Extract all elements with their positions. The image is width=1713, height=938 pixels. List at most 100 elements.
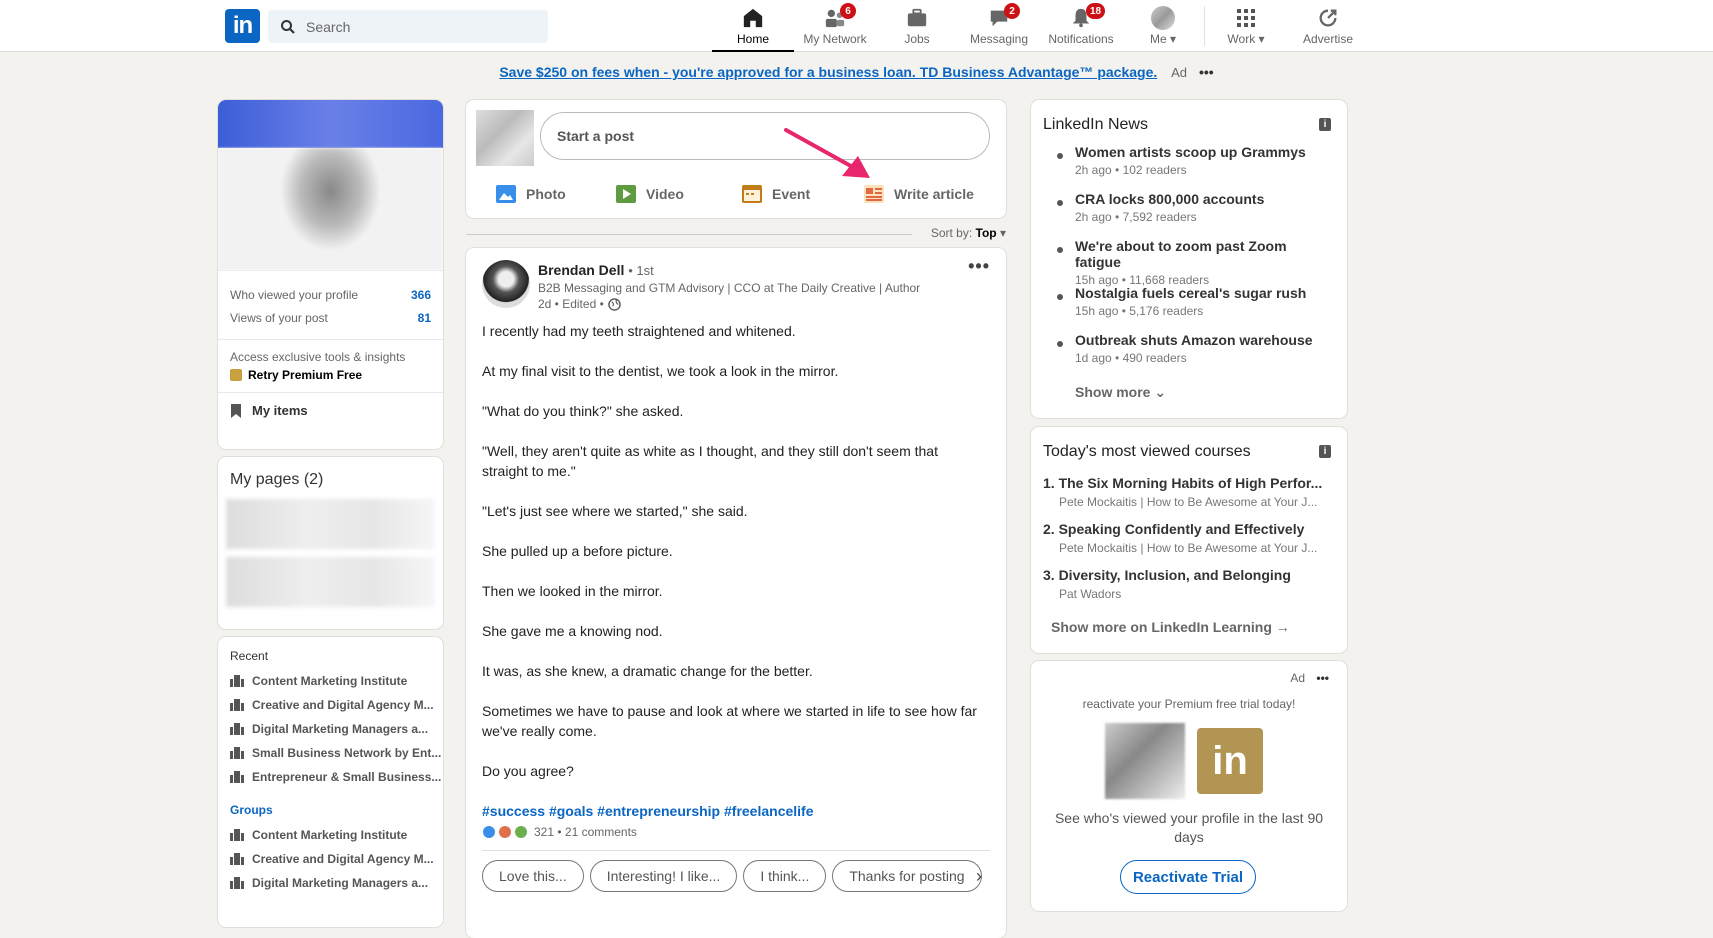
recent-item[interactable]: Content Marketing Institute [218, 669, 443, 693]
list-item-label: Entrepreneur & Small Business... [252, 770, 442, 784]
group-item[interactable]: Content Marketing Institute [218, 823, 443, 847]
more-options-icon[interactable]: ••• [1199, 64, 1214, 80]
avatar[interactable] [476, 110, 534, 166]
quick-reply-button[interactable]: I think... [743, 860, 827, 892]
calendar-icon [742, 185, 762, 203]
news-item[interactable]: Nostalgia fuels cereal's sugar rush 15h a… [1043, 285, 1333, 332]
course-item[interactable]: 2. Speaking Confidently and Effectively P… [1043, 521, 1335, 567]
reaction-count[interactable]: 321 • 21 comments [534, 825, 637, 839]
page-item-blurred[interactable] [226, 499, 435, 549]
video-button[interactable]: Video [596, 178, 726, 210]
info-icon[interactable]: i [1319, 118, 1331, 131]
nav-label: Me ▾ [1150, 32, 1176, 46]
search-box[interactable] [268, 10, 548, 43]
linkedin-logo[interactable]: in [225, 9, 260, 43]
course-title[interactable]: 2. Speaking Confidently and Effectively [1043, 521, 1335, 537]
ad-banner-link[interactable]: Save $250 on fees when [499, 64, 659, 80]
recent-item[interactable]: Digital Marketing Managers a... [218, 717, 443, 741]
group-icon [230, 877, 244, 889]
sort-label: Sort by: [930, 226, 973, 240]
course-title[interactable]: 3. Diversity, Inclusion, and Belonging [1043, 567, 1335, 583]
celebrate-reaction-icon [514, 825, 528, 839]
stat-label: Views of your post [230, 310, 328, 325]
stat-post-views[interactable]: Views of your post 81 [218, 306, 443, 329]
post-paragraph: At my final visit to the dentist, we too… [482, 363, 839, 379]
news-item[interactable]: Women artists scoop up Grammys 2h ago • 1… [1043, 144, 1333, 191]
my-items-link[interactable]: My items [218, 393, 443, 428]
reactions-summary[interactable]: 321 • 21 comments [482, 825, 637, 839]
share-actions: Photo Video Event Write article [466, 178, 1006, 210]
news-meta: 2h ago • 102 readers [1075, 163, 1187, 177]
search-input[interactable] [306, 18, 526, 35]
nav-me[interactable]: Me ▾ [1122, 0, 1204, 52]
post-author[interactable]: Brendan Dell • 1st [538, 262, 654, 278]
ad-label: Ad [1290, 671, 1306, 685]
post-paragraph: It was, as she knew, a dramatic change f… [482, 663, 813, 679]
notification-badge: 6 [840, 3, 856, 19]
groups-list: Content Marketing Institute Creative and … [218, 823, 443, 895]
post-more-options-icon[interactable]: ••• [968, 256, 990, 277]
course-item[interactable]: 3. Diversity, Inclusion, and Belonging Pa… [1043, 567, 1335, 613]
me-avatar-wrap [1151, 6, 1175, 30]
quick-reply-button[interactable]: Thanks for posting [832, 860, 982, 892]
news-headline[interactable]: Women artists scoop up Grammys [1075, 144, 1333, 160]
post-paragraph: "Let's just see where we started," she s… [482, 503, 748, 519]
author-name[interactable]: Brendan Dell [538, 262, 624, 278]
list-item-label: Digital Marketing Managers a... [252, 876, 429, 890]
news-item[interactable]: CRA locks 800,000 accounts 2h ago • 7,592… [1043, 191, 1333, 238]
groups-heading[interactable]: Groups [218, 789, 443, 823]
nav-label: Notifications [1048, 32, 1114, 46]
nav-my-network[interactable]: 6 My Network [794, 0, 876, 52]
stat-value: 366 [410, 287, 431, 302]
retry-premium-link[interactable]: Retry Premium Free [230, 368, 431, 382]
nav-messaging[interactable]: 2 Messaging [958, 0, 1040, 52]
profile-photo-blurred [1105, 723, 1185, 799]
course-author: Pat Wadors [1059, 587, 1122, 601]
photo-button[interactable]: Photo [466, 178, 596, 210]
group-item[interactable]: Creative and Digital Agency M... [218, 847, 443, 871]
start-post-button[interactable]: Start a post [540, 112, 990, 160]
news-item[interactable]: We're about to zoom past Zoom fatigue 15h… [1043, 238, 1333, 287]
work-label: Work [1227, 32, 1256, 46]
avatar[interactable] [482, 260, 530, 308]
quick-reply-button[interactable]: Interesting! I like... [589, 860, 738, 892]
chevron-right-icon[interactable]: › [976, 866, 982, 887]
info-icon[interactable]: i [1319, 445, 1331, 458]
recent-item[interactable]: Creative and Digital Agency M... [218, 693, 443, 717]
sort-by[interactable]: Sort by: Top ▾ [466, 226, 1006, 240]
group-icon [230, 723, 244, 735]
linkedin-learning-link[interactable]: Show more on LinkedIn Learning → [1051, 619, 1290, 635]
reactivate-trial-button[interactable]: Reactivate Trial [1120, 860, 1256, 894]
list-item-label: Content Marketing Institute [252, 674, 408, 688]
group-item[interactable]: Digital Marketing Managers a... [218, 871, 443, 895]
news-headline[interactable]: Outbreak shuts Amazon warehouse [1075, 332, 1333, 348]
recent-item[interactable]: Entrepreneur & Small Business... [218, 765, 443, 789]
nav-notifications[interactable]: 18 Notifications [1040, 0, 1122, 52]
recent-list: Content Marketing Institute Creative and … [218, 669, 443, 789]
nav-work[interactable]: Work ▾ [1205, 0, 1287, 52]
page-item-blurred[interactable] [226, 557, 435, 607]
my-pages-title[interactable]: My pages (2) [218, 457, 443, 499]
nav-home[interactable]: Home [712, 0, 794, 52]
course-item[interactable]: 1. The Six Morning Habits of High Perfor… [1043, 475, 1335, 521]
post-hashtags[interactable]: #success #goals #entrepreneurship #freel… [482, 801, 982, 821]
stat-profile-views[interactable]: Who viewed your profile 366 [218, 283, 443, 306]
nav-jobs[interactable]: Jobs [876, 0, 958, 52]
nav-advertise[interactable]: Advertise [1287, 0, 1369, 52]
news-headline[interactable]: Nostalgia fuels cereal's sugar rush [1075, 285, 1333, 301]
profile-photo-blurred[interactable] [218, 148, 443, 270]
recent-item[interactable]: Small Business Network by Ent... [218, 741, 443, 765]
chevron-down-icon: ⌄ [1154, 384, 1167, 400]
linkedin-news-card: LinkedIn News i Women artists scoop up G… [1031, 100, 1347, 418]
group-icon [230, 699, 244, 711]
news-headline[interactable]: We're about to zoom past Zoom fatigue [1075, 238, 1333, 270]
course-title[interactable]: 1. The Six Morning Habits of High Perfor… [1043, 475, 1335, 491]
show-more-button[interactable]: Show more ⌄ [1075, 384, 1166, 401]
course-author: Pete Mockaitis | How to Be Awesome at Yo… [1059, 541, 1318, 555]
more-options-icon[interactable]: ••• [1316, 671, 1329, 685]
news-item[interactable]: Outbreak shuts Amazon warehouse 1d ago • … [1043, 332, 1333, 379]
news-headline[interactable]: CRA locks 800,000 accounts [1075, 191, 1333, 207]
premium-promo[interactable]: Access exclusive tools & insights Retry … [218, 340, 443, 392]
ad-banner-text[interactable]: - you're approved for a business loan. T… [660, 64, 1158, 80]
quick-reply-button[interactable]: Love this... [482, 860, 584, 892]
